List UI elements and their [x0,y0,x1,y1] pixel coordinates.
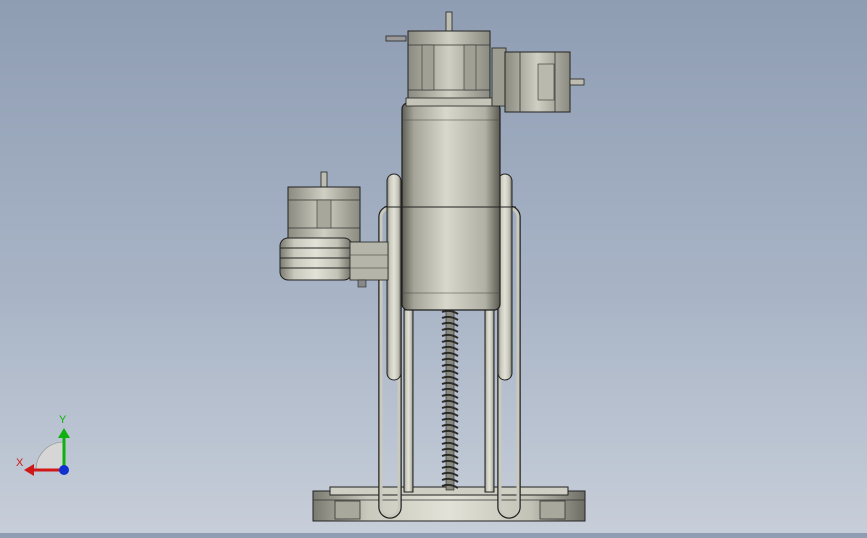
model-view [24,11,586,522]
left-stepper-motor[interactable] [287,171,361,243]
x-axis-arrowhead [24,464,34,476]
y-axis-arrowhead [58,428,70,438]
lead-screw[interactable] [441,307,459,491]
base-plate[interactable] [312,486,586,522]
orientation-triad [24,428,70,476]
pulley-stack[interactable] [279,237,389,288]
top-stepper-motor[interactable] [385,11,493,107]
x-axis-label: X [16,457,24,469]
z-axis-dot [59,465,69,475]
main-drum[interactable] [384,102,516,311]
right-stepper-motor[interactable] [491,47,585,113]
triad-base-disc [35,441,65,471]
cad-viewport[interactable]: Y X [0,0,867,533]
y-axis-label: Y [59,414,67,426]
